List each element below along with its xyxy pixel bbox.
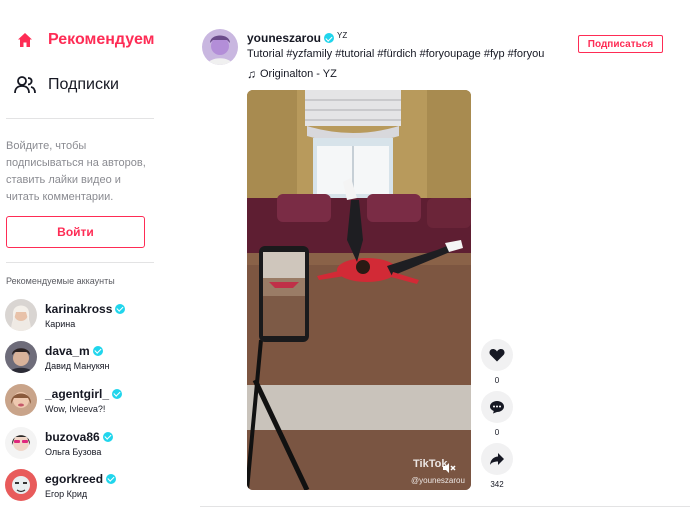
video-frame (247, 90, 471, 490)
account-display-name: Карина (45, 318, 76, 329)
comment-icon[interactable] (481, 391, 513, 423)
feed-divider (200, 506, 690, 507)
sidebar-divider (6, 118, 154, 119)
verified-icon (102, 431, 113, 442)
music-note-icon: ♫ (247, 67, 256, 81)
account-username: buzova86 (45, 429, 100, 444)
video-player[interactable]: TikTok @youneszarou (247, 90, 471, 490)
account-display-name: Давид Манукян (45, 360, 110, 371)
login-button[interactable]: Войти (6, 216, 145, 248)
follow-button[interactable]: Подписаться (578, 35, 663, 53)
comment-count: 0 (494, 428, 500, 437)
verified-icon (112, 388, 123, 399)
post-nickname: YZ (337, 30, 348, 40)
account-username: karinakross (45, 301, 113, 316)
verified-icon (106, 473, 117, 484)
share-count: 342 (490, 480, 504, 489)
nav-recommended[interactable]: Рекомендуем (14, 29, 155, 51)
like-action[interactable]: 0 (480, 339, 514, 385)
account-item-karinakross[interactable]: karinakross Карина (5, 297, 155, 333)
avatar (5, 341, 37, 373)
login-prompt: Войдите, чтобы подписываться на авторов,… (6, 140, 146, 203)
post-description: Tutorial #yzfamily #tutorial #fürdich #f… (247, 48, 545, 60)
account-display-name: Егор Крид (45, 488, 88, 499)
sidebar-divider (6, 262, 154, 263)
account-username: _agentgirl_ (45, 386, 110, 401)
heart-icon[interactable] (481, 339, 513, 371)
nav-following[interactable]: Подписки (14, 74, 119, 96)
watermark-username: @youneszarou (411, 476, 465, 485)
post-music[interactable]: ♫ Originalton - YZ (247, 67, 544, 81)
comment-action[interactable]: 0 (480, 391, 514, 437)
recommended-accounts-title: Рекомендуемые аккаунты (6, 276, 115, 286)
post-author-avatar[interactable] (202, 29, 238, 65)
account-display-name: Ольга Бузова (45, 446, 102, 457)
music-title: Originalton - YZ (260, 68, 337, 80)
account-username: egorkreed (45, 471, 104, 486)
avatar (5, 299, 37, 331)
account-item-agentgirl[interactable]: _agentgirl_ Wow, Ivleeva?! (5, 382, 155, 418)
volume-mute-icon[interactable] (442, 462, 456, 474)
account-item-egorkreed[interactable]: egorkreed Егор Крид (5, 467, 155, 503)
home-icon (14, 29, 36, 51)
account-item-buzova86[interactable]: buzova86 Ольга Бузова (5, 425, 155, 461)
account-username: dava_m (45, 343, 90, 358)
account-item-dava-m[interactable]: dava_m Давид Манукян (5, 339, 155, 375)
like-count: 0 (494, 376, 500, 385)
verified-icon (324, 33, 335, 43)
avatar (5, 384, 37, 416)
avatar (5, 469, 37, 501)
avatar (5, 427, 37, 459)
nav-following-label: Подписки (48, 76, 119, 93)
sidebar: Рекомендуем Подписки Войдите, чтобы подп… (0, 0, 160, 511)
post-username[interactable]: youneszarou (247, 31, 321, 45)
share-icon[interactable] (481, 443, 513, 475)
account-display-name: Wow, Ivleeva?! (45, 403, 106, 414)
verified-icon (92, 345, 103, 356)
users-icon (14, 74, 36, 96)
verified-icon (115, 303, 126, 314)
nav-recommended-label: Рекомендуем (48, 31, 155, 48)
share-action[interactable]: 342 (480, 443, 514, 489)
post-header: youneszarou YZ Tutorial #yzfamily #tutor… (247, 30, 545, 82)
